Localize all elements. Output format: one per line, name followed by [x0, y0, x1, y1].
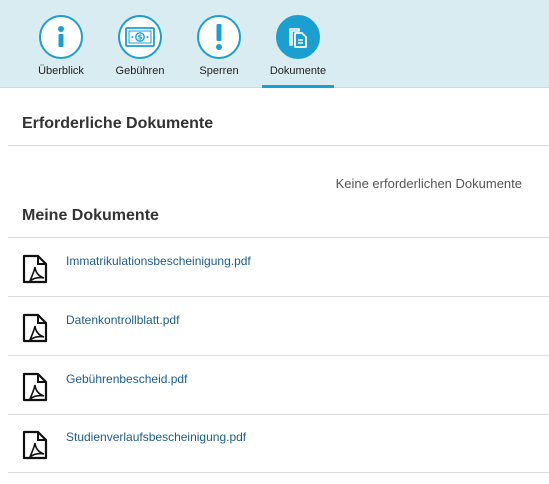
active-tab-indicator [262, 85, 334, 88]
required-documents-title: Erforderliche Dokumente [22, 115, 214, 132]
pdf-file-icon [22, 372, 48, 402]
money-icon: $ [118, 15, 162, 59]
section-divider [8, 145, 549, 146]
documents-icon [276, 15, 320, 59]
tab-blocks[interactable]: Sperren [180, 0, 258, 88]
tab-bar: Überblick $ Gebühren Sperren Dokumente [0, 0, 549, 88]
exclamation-icon [197, 15, 241, 59]
document-link-studienverlauf[interactable]: Studienverlaufsbescheinigung.pdf [66, 430, 246, 444]
document-row[interactable]: Datenkontrollblatt.pdf [8, 297, 549, 356]
document-link-immatrikulation[interactable]: Immatrikulationsbescheinigung.pdf [66, 254, 251, 268]
pdf-file-icon [22, 430, 48, 460]
info-icon [39, 15, 83, 59]
tab-documents[interactable]: Dokumente [262, 0, 334, 88]
pdf-file-icon [22, 313, 48, 343]
document-row[interactable]: Gebührenbescheid.pdf [8, 356, 549, 415]
tab-blocks-label: Sperren [199, 65, 239, 77]
tab-overview[interactable]: Überblick [22, 0, 100, 88]
document-row[interactable]: Studienverlaufsbescheinigung.pdf [8, 414, 549, 473]
tab-fees-label: Gebühren [115, 65, 165, 77]
document-row[interactable]: Immatrikulationsbescheinigung.pdf [8, 238, 549, 297]
tab-documents-label: Dokumente [269, 65, 327, 77]
document-link-datenkontrollblatt[interactable]: Datenkontrollblatt.pdf [66, 313, 179, 327]
svg-text:$: $ [138, 34, 143, 42]
document-link-gebuehrenbescheid[interactable]: Gebührenbescheid.pdf [66, 372, 187, 386]
tab-overview-label: Überblick [38, 65, 84, 77]
tab-fees[interactable]: $ Gebühren [101, 0, 179, 88]
pdf-file-icon [22, 254, 48, 284]
no-required-documents-text: Keine erforderlichen Dokumente [335, 176, 522, 191]
my-documents-title: Meine Dokumente [22, 207, 159, 224]
